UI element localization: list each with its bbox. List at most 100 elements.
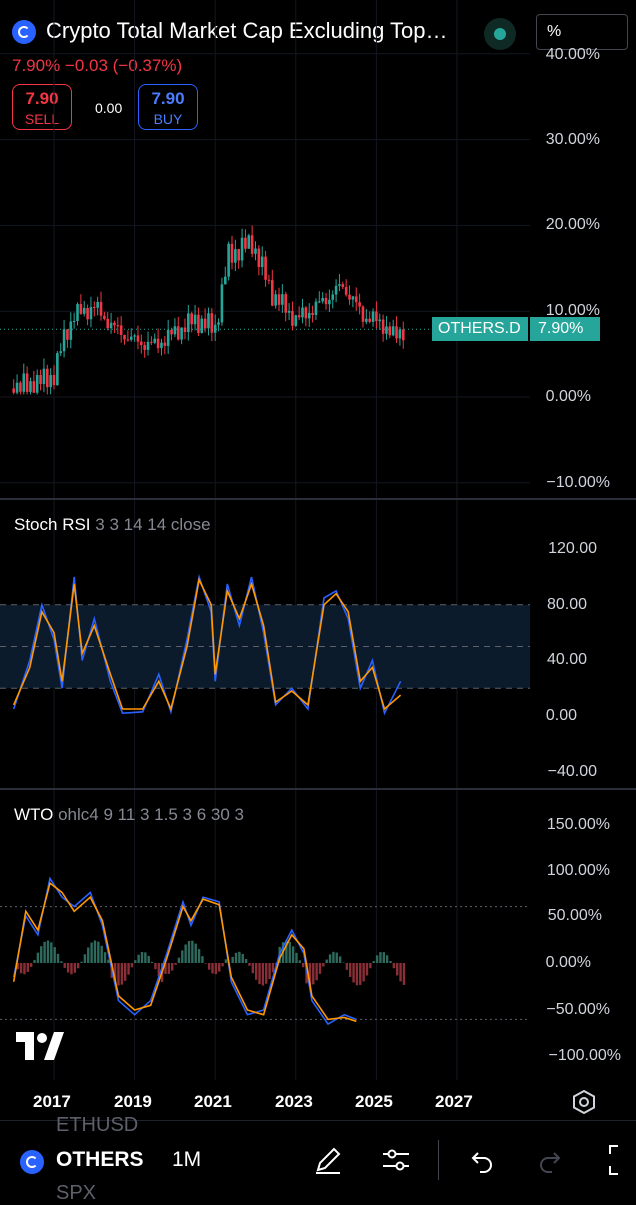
- candle-body: [69, 321, 72, 339]
- wto-histogram-bar: [33, 960, 35, 963]
- candle-body: [211, 313, 214, 333]
- candle-body: [113, 323, 116, 325]
- candle-body: [254, 249, 257, 254]
- candle-body: [164, 343, 167, 346]
- candle-body: [63, 329, 66, 351]
- x-axis-label: 2025: [355, 1092, 393, 1112]
- wto-histogram-bar: [339, 956, 341, 963]
- candle-body: [268, 280, 271, 281]
- wto-histogram-bar: [231, 957, 233, 963]
- candle-body: [258, 249, 261, 267]
- wto-histogram-bar: [137, 955, 139, 963]
- x-axis-label: 2019: [114, 1092, 152, 1112]
- wto-histogram-bar: [74, 963, 76, 973]
- wto-histogram-bar: [141, 952, 143, 963]
- pane-separator[interactable]: [0, 788, 636, 790]
- wto-histogram-bar: [258, 963, 260, 984]
- wto-histogram-bar: [131, 963, 133, 967]
- wto-histogram-bar: [20, 963, 22, 973]
- wto-histogram-bar: [94, 940, 96, 963]
- stoch-axis-label: −40.00: [497, 763, 597, 781]
- x-axis-label: 2017: [33, 1092, 71, 1112]
- candle-body: [348, 295, 351, 300]
- candle-body: [284, 294, 287, 313]
- candle-body: [365, 319, 368, 322]
- wto-histogram-bar: [235, 953, 237, 963]
- candle-body: [150, 342, 153, 343]
- wto-histogram-bar: [242, 954, 244, 963]
- candle-body: [308, 313, 311, 318]
- candle-body: [96, 302, 99, 308]
- wto-histogram-bar: [84, 954, 86, 963]
- redo-icon[interactable]: [536, 1146, 566, 1176]
- wto-histogram-bar: [265, 963, 267, 984]
- candle-body: [180, 328, 183, 340]
- pane-separator[interactable]: [0, 498, 636, 500]
- candle-body: [73, 321, 76, 322]
- candle-body: [120, 325, 123, 335]
- candle-body: [301, 307, 304, 317]
- wto-histogram-bar: [315, 963, 317, 980]
- wto-histogram-bar: [154, 963, 156, 969]
- candle-body: [358, 302, 361, 306]
- wto-histogram-bar: [329, 954, 331, 963]
- undo-icon[interactable]: [466, 1146, 496, 1176]
- chart-canvas[interactable]: [0, 0, 636, 1120]
- wto-histogram-bar: [376, 955, 378, 963]
- candle-body: [385, 326, 388, 333]
- candle-body: [231, 244, 234, 263]
- x-axis-label: 2021: [194, 1092, 232, 1112]
- wto-histogram-bar: [325, 960, 327, 963]
- wto-histogram-bar: [181, 950, 183, 963]
- stoch-rsi-name: Stoch RSI: [14, 515, 91, 534]
- wto-histogram-bar: [57, 954, 59, 963]
- wto-title[interactable]: WTO ohlc4 9 11 3 1.5 3 6 30 3: [14, 805, 244, 825]
- candle-body: [19, 383, 22, 392]
- symbol-list-ghost-item[interactable]: ETHUSD: [56, 1114, 138, 1137]
- symbol-switcher[interactable]: OTHERS: [56, 1148, 144, 1172]
- chart-settings-icon[interactable]: [570, 1088, 598, 1116]
- wto-histogram-bar: [47, 940, 49, 963]
- wto-histogram-bar: [268, 963, 270, 979]
- candle-body: [43, 369, 46, 384]
- symbol-list-ghost-item[interactable]: SPX: [56, 1182, 96, 1205]
- wto-histogram-bar: [100, 946, 102, 963]
- candle-body: [395, 326, 398, 338]
- wto-histogram-bar: [356, 963, 358, 985]
- wto-histogram-bar: [205, 963, 207, 964]
- candle-body: [83, 308, 86, 314]
- candle-body: [224, 277, 227, 285]
- wto-histogram-bar: [366, 963, 368, 975]
- wto-histogram-bar: [272, 963, 274, 972]
- candle-body: [123, 335, 126, 340]
- candle-body: [16, 383, 19, 393]
- candle-body: [335, 286, 338, 295]
- candle-body: [328, 300, 331, 304]
- stoch-rsi-title[interactable]: Stoch RSI 3 3 14 14 close: [14, 515, 211, 535]
- indicators-settings-icon[interactable]: [380, 1144, 412, 1176]
- wto-histogram-bar: [184, 944, 186, 963]
- wto-histogram-bar: [292, 946, 294, 963]
- drawing-tools-icon[interactable]: [312, 1144, 344, 1176]
- wto-histogram-bar: [121, 963, 123, 985]
- candle-body: [298, 315, 301, 317]
- interval-button[interactable]: 1M: [172, 1148, 201, 1172]
- candle-body: [53, 375, 56, 385]
- price-axis-label: −10.00%: [510, 474, 610, 492]
- wto-histogram-bar: [245, 959, 247, 963]
- fullscreen-icon[interactable]: [606, 1142, 636, 1178]
- candle-body: [103, 316, 106, 319]
- last-value-tag: 7.90%: [530, 317, 600, 341]
- candle-body: [140, 342, 143, 345]
- wto-axis-label: −50.00%: [510, 1001, 610, 1019]
- wto-histogram-bar: [37, 953, 39, 963]
- wto-histogram-bar: [30, 963, 32, 967]
- price-axis-label: 0.00%: [491, 388, 591, 406]
- candle-body: [244, 238, 247, 249]
- candle-body: [372, 312, 375, 322]
- candle-body: [39, 375, 42, 384]
- wto-histogram-bar: [70, 963, 72, 974]
- wto-axis-label: 0.00%: [491, 954, 591, 972]
- wto-histogram-bar: [312, 963, 314, 984]
- x-axis-label: 2027: [435, 1092, 473, 1112]
